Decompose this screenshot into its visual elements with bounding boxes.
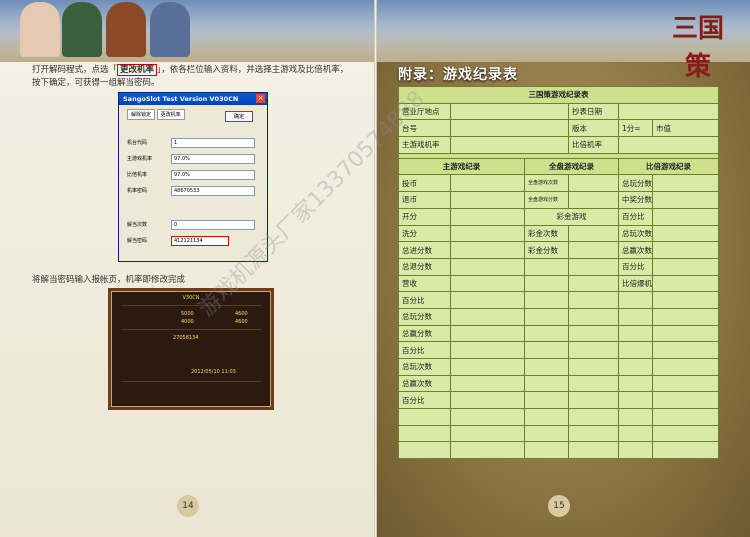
field-label: 机率密码 bbox=[127, 188, 148, 194]
section-header: 主游戏纪录 bbox=[398, 157, 525, 176]
decoder-dialog: SangoSlot Test Version V030CN × 解除锁定 更改机… bbox=[118, 92, 268, 262]
table-cell: 抄表日期 bbox=[568, 102, 619, 121]
game-value: 4600 bbox=[235, 311, 248, 317]
hero-portrait bbox=[62, 2, 102, 57]
table-cell: 开分 bbox=[398, 207, 451, 226]
table-cell: 百分比 bbox=[398, 341, 451, 359]
book-seam bbox=[374, 0, 377, 537]
table-cell: 洗分 bbox=[398, 224, 451, 243]
field-label: 机台代码 bbox=[127, 140, 148, 146]
page-number-left: 14 bbox=[177, 495, 199, 517]
table-cell: 全盘游戏次数 bbox=[524, 174, 569, 193]
table-cell: 百分比 bbox=[398, 391, 451, 410]
page-number-right: 15 bbox=[548, 495, 570, 517]
table-cell: 比倍爆机 bbox=[618, 274, 653, 293]
table-cell: 中奖分数 bbox=[618, 191, 653, 209]
confirm-button[interactable]: 确定 bbox=[224, 111, 253, 122]
tab-unlock[interactable]: 解除锁定 bbox=[127, 109, 156, 120]
record-table: 三国策游戏纪录表 营业厅地点 抄表日期 台号 版本 1分= 市值 主游戏机率 比… bbox=[397, 86, 720, 460]
table-cell: 营收 bbox=[398, 274, 451, 293]
table-cell: 主游戏机率 bbox=[398, 136, 451, 154]
table-cell: 总赢分数 bbox=[398, 324, 451, 343]
table-caption: 三国策游戏纪录表 bbox=[397, 86, 720, 104]
table-cell: 总退分数 bbox=[398, 257, 451, 276]
hero-portrait bbox=[20, 2, 60, 57]
field-label: 主游戏机率 bbox=[127, 156, 153, 162]
field-label: 解当密码 bbox=[127, 238, 148, 244]
machine-code-input[interactable]: 1 bbox=[171, 138, 255, 148]
table-cell: 总赢次数 bbox=[618, 241, 653, 259]
table-cell: 1分= bbox=[618, 119, 653, 138]
rate-password-input[interactable]: 48670533 bbox=[171, 186, 255, 196]
table-cell: 百分比 bbox=[618, 207, 653, 226]
hero-portrait bbox=[106, 2, 146, 57]
table-cell: 百分比 bbox=[618, 257, 653, 276]
hero-portrait bbox=[150, 2, 190, 57]
tab-change-rate[interactable]: 更改机率 bbox=[156, 109, 185, 120]
game-code: 27058134 bbox=[173, 335, 199, 341]
field-label: 比倍机率 bbox=[127, 172, 148, 178]
table-cell: 总玩次数 bbox=[618, 224, 653, 243]
instruction-highlight: 更改机率 bbox=[117, 64, 158, 76]
table-cell: 彩金分数 bbox=[524, 241, 569, 259]
table-cell: 全盘游戏分数 bbox=[524, 191, 569, 209]
game-value: 4000 bbox=[181, 319, 194, 325]
table-cell: 彩金游戏 bbox=[524, 207, 619, 226]
instruction-text: 打开解码程式，点选「 更改机率 」，依各栏位输入资料，并选择主游戏及比倍机率，按下确… bbox=[32, 64, 349, 88]
table-cell: 退币 bbox=[398, 191, 451, 209]
unlock-count-field: 0 bbox=[171, 220, 255, 230]
game-logo: 三国策 bbox=[671, 14, 724, 82]
game-value: 4600 bbox=[235, 319, 248, 325]
table-cell: 比倍机率 bbox=[568, 136, 619, 154]
game-value: 5000 bbox=[181, 311, 194, 317]
step2-text: 将解当密码输入报帐页，机率即修改完成 bbox=[32, 275, 186, 285]
game-datetime: 2012/05/10 11:03 bbox=[191, 369, 236, 375]
section-header: 全盘游戏纪录 bbox=[524, 157, 619, 176]
table-cell: 总玩分数 bbox=[398, 307, 451, 326]
game-screen: V30CN 5000 4000 4600 4600 27058134 2012/… bbox=[108, 288, 274, 410]
section-header: 比倍游戏纪录 bbox=[617, 157, 720, 176]
table-cell: 百分比 bbox=[398, 291, 451, 309]
double-rate-select[interactable]: 97.0% bbox=[171, 170, 255, 180]
table-cell: 总进分数 bbox=[398, 241, 451, 259]
field-label: 解当次数 bbox=[127, 222, 148, 228]
close-icon[interactable]: × bbox=[256, 94, 265, 103]
table-cell: 总赢次数 bbox=[398, 374, 451, 393]
main-rate-select[interactable]: 97.0% bbox=[171, 154, 255, 164]
table-cell: 投币 bbox=[398, 174, 451, 193]
table-cell: 彩金次数 bbox=[524, 224, 569, 243]
dialog-title: SangoSlot Test Version V030CN bbox=[119, 93, 267, 105]
table-cell: 版本 bbox=[568, 119, 619, 138]
unlock-password-field: 412121134 bbox=[171, 236, 229, 246]
table-cell: 总玩分数 bbox=[618, 174, 653, 193]
appendix-title: 附录：游戏纪录表 bbox=[398, 67, 518, 83]
table-cell: 市值 bbox=[651, 119, 720, 138]
table-cell: 总玩次数 bbox=[398, 358, 451, 376]
